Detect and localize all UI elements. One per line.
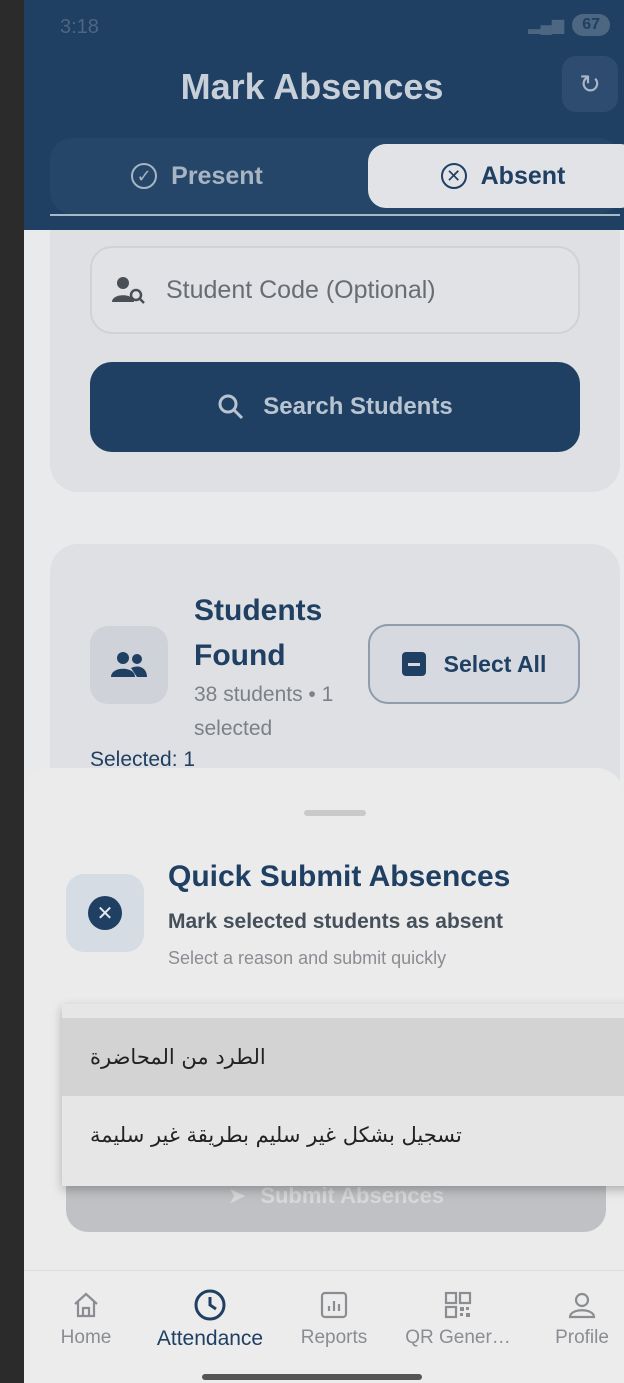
students-found-title: Students Found	[194, 594, 323, 672]
x-circle-icon: ✕	[440, 163, 467, 189]
person-icon	[520, 1285, 624, 1325]
select-all-label: Select All	[443, 650, 547, 677]
nav-home[interactable]: Home	[24, 1285, 148, 1349]
status-time: 3:18	[60, 16, 99, 38]
nav-home-label: Home	[60, 1327, 112, 1348]
students-summary: 38 students • 1 selected	[194, 683, 334, 740]
signal-icon: ▂▄▆	[528, 17, 565, 34]
reason-option[interactable]: الطرد من المحاضرة	[62, 1018, 624, 1096]
page-title: Mark Absences	[180, 66, 444, 107]
qr-icon	[396, 1285, 520, 1325]
submit-absences-label: Submit Absences	[260, 1183, 445, 1208]
clock-icon	[148, 1285, 272, 1325]
nav-qr-label: QR Gener…	[405, 1327, 511, 1348]
minus-square-icon	[401, 652, 426, 676]
nav-qr-generator[interactable]: QR Gener…	[396, 1285, 520, 1349]
nav-reports[interactable]: Reports	[272, 1285, 396, 1349]
home-indicator	[202, 1374, 422, 1380]
attendance-tabs: ✓ Present ✕ Absent	[50, 138, 624, 214]
tab-absent[interactable]: ✕ Absent	[368, 144, 624, 208]
reason-dropdown-menu: الطرد من المحاضرة تسجيل بشكل غير سليم بط…	[62, 1004, 624, 1186]
sheet-title: Quick Submit Absences	[168, 860, 511, 893]
check-circle-icon: ✓	[131, 163, 158, 189]
chart-icon	[272, 1285, 396, 1325]
refresh-icon[interactable]: ↻	[562, 56, 618, 112]
tab-present-label: Present	[171, 161, 263, 190]
nav-attendance-label: Attendance	[156, 1327, 264, 1350]
reason-option[interactable]: تسجيل بشكل غير سليم بطريقة غير سليمة	[62, 1096, 624, 1174]
reason-option-label: الطرد من المحاضرة	[90, 1045, 266, 1069]
home-icon	[24, 1285, 148, 1325]
search-students-label: Search Students	[263, 393, 453, 420]
sheet-drag-handle[interactable]	[304, 810, 366, 816]
nav-attendance[interactable]: Attendance	[148, 1285, 272, 1351]
people-icon	[90, 626, 168, 704]
person-search-icon	[112, 277, 145, 304]
status-icons: ▂▄▆ 67	[528, 14, 610, 36]
select-all-button[interactable]: Select All	[368, 624, 580, 704]
search-students-button[interactable]: Search Students	[90, 362, 580, 452]
nav-reports-label: Reports	[300, 1327, 368, 1348]
reason-option-label: تسجيل بشكل غير سليم بطريقة غير سليمة	[90, 1123, 462, 1147]
student-code-placeholder: Student Code (Optional)	[166, 275, 436, 304]
student-code-input[interactable]: Student Code (Optional)	[90, 246, 580, 334]
sheet-subtitle: Mark selected students as absent	[168, 910, 503, 933]
battery-icon: 67	[572, 14, 610, 36]
absent-icon-box: ✕	[66, 874, 144, 952]
app-screen: 3:18 ▂▄▆ 67 Mark Absences ↻ ✓ Present ✕ …	[24, 0, 624, 1383]
tab-divider	[50, 214, 620, 216]
bottom-nav: Home Attendance Reports QR Gener… Profil…	[24, 1270, 624, 1383]
tab-absent-label: Absent	[480, 161, 566, 190]
search-icon	[218, 394, 244, 420]
sheet-hint: Select a reason and submit quickly	[168, 948, 447, 968]
tab-present[interactable]: ✓ Present	[54, 144, 340, 208]
x-circle-icon: ✕	[88, 896, 122, 930]
nav-profile-label: Profile	[555, 1327, 609, 1348]
send-icon: ➤	[227, 1183, 247, 1208]
nav-profile[interactable]: Profile	[520, 1285, 624, 1349]
